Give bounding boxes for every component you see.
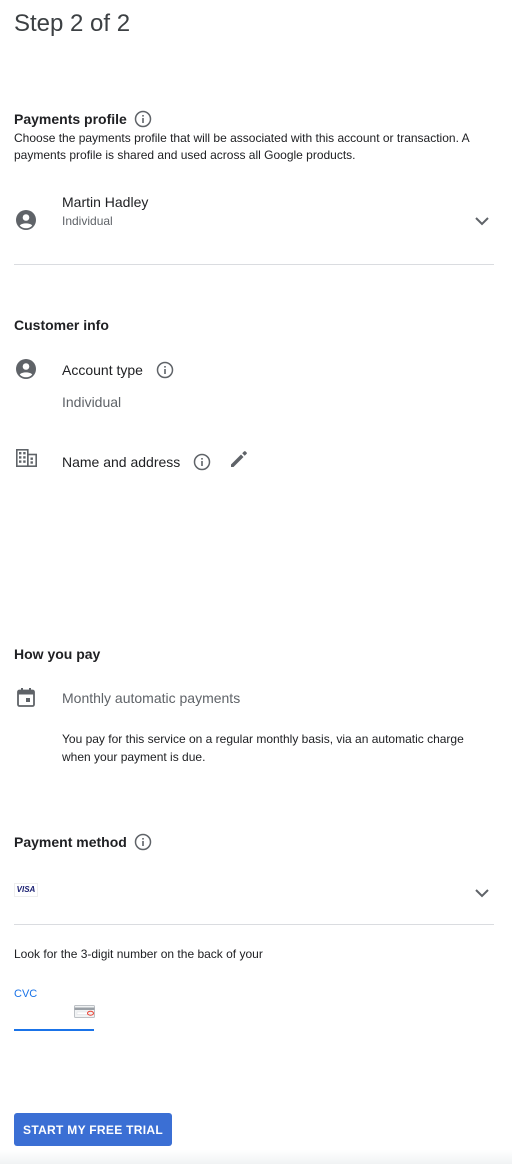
cvc-hint: Look for the 3-digit number on the back … bbox=[14, 947, 263, 961]
payment-method-selector[interactable]: VISA bbox=[0, 868, 512, 912]
profile-name: Martin Hadley bbox=[62, 194, 149, 210]
bottom-edge bbox=[0, 1150, 512, 1164]
calendar-icon bbox=[17, 688, 35, 712]
payment-schedule-description: You pay for this service on a regular mo… bbox=[62, 732, 464, 764]
building-icon bbox=[16, 449, 37, 472]
chevron-down-icon[interactable] bbox=[474, 885, 490, 903]
divider bbox=[14, 264, 494, 265]
name-address-row: Name and address bbox=[62, 449, 249, 474]
how-you-pay-title: How you pay bbox=[14, 646, 101, 662]
account-type-label: Account type bbox=[62, 362, 143, 378]
payment-schedule: Monthly automatic payments bbox=[62, 690, 241, 706]
chevron-down-icon[interactable] bbox=[474, 213, 490, 231]
profile-type: Individual bbox=[62, 214, 113, 228]
payments-profile-header: Payments profile bbox=[14, 110, 152, 128]
page-title: Step 2 of 2 bbox=[14, 10, 131, 37]
info-icon[interactable] bbox=[134, 110, 152, 128]
pencil-icon[interactable] bbox=[229, 449, 249, 474]
name-address-label: Name and address bbox=[62, 453, 181, 470]
info-icon[interactable] bbox=[134, 833, 152, 851]
visa-logo: VISA bbox=[14, 883, 38, 897]
payment-method-header: Payment method bbox=[14, 833, 152, 851]
info-icon[interactable] bbox=[156, 361, 174, 379]
account-type-value: Individual bbox=[62, 394, 122, 410]
customer-info-title: Customer info bbox=[14, 317, 109, 333]
info-icon[interactable] bbox=[193, 453, 211, 471]
start-free-trial-button[interactable]: START MY FREE TRIAL bbox=[14, 1113, 172, 1146]
divider bbox=[14, 924, 494, 925]
payments-profile-description: Choose the payments profile that will be… bbox=[14, 131, 469, 162]
person-icon bbox=[16, 210, 36, 235]
payment-method-title: Payment method bbox=[14, 834, 127, 850]
cvc-label: CVC bbox=[14, 988, 38, 1000]
payments-profile-title: Payments profile bbox=[14, 111, 127, 127]
payments-profile-selector[interactable]: Martin Hadley Individual bbox=[0, 186, 512, 250]
person-icon bbox=[16, 359, 36, 384]
account-type-row: Account type bbox=[62, 361, 174, 379]
card-back-icon bbox=[74, 1005, 95, 1023]
